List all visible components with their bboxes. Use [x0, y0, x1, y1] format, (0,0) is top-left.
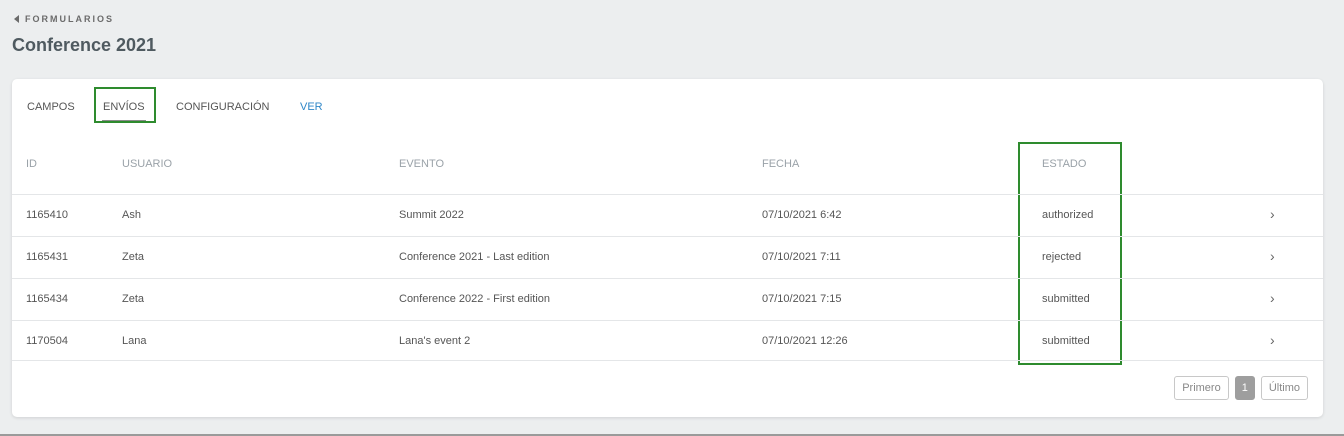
- table-row[interactable]: 1165431 Zeta Conference 2021 - Last edit…: [12, 236, 1323, 278]
- cell-evento: Lana's event 2: [399, 335, 471, 347]
- header-id: ID: [26, 158, 37, 170]
- table-row[interactable]: 1165410 Ash Summit 2022 07/10/2021 6:42 …: [12, 194, 1323, 236]
- cell-fecha: 07/10/2021 12:26: [762, 335, 848, 347]
- header-fecha: FECHA: [762, 158, 800, 170]
- last-page-button[interactable]: Último: [1260, 376, 1308, 400]
- header-usuario: USUARIO: [122, 158, 173, 170]
- cell-estado: authorized: [1042, 209, 1094, 221]
- back-to-formularios-link[interactable]: FORMULARIOS: [14, 14, 114, 24]
- cell-evento: Conference 2022 - First edition: [399, 293, 551, 305]
- cell-estado: rejected: [1042, 251, 1082, 263]
- cell-id: 1165431: [26, 251, 69, 263]
- cell-evento: Summit 2022: [399, 209, 464, 221]
- pagination: Primero 1 Último: [1174, 376, 1308, 400]
- cell-estado: submitted: [1042, 293, 1090, 305]
- cell-usuario: Zeta: [122, 251, 145, 263]
- highlight-box-envios: [94, 87, 156, 123]
- current-page-button[interactable]: 1: [1234, 376, 1255, 400]
- cell-estado: submitted: [1042, 335, 1090, 347]
- header-evento: EVENTO: [399, 158, 445, 170]
- breadcrumb-label: FORMULARIOS: [25, 14, 114, 24]
- chevron-right-icon[interactable]: ›: [1270, 207, 1284, 221]
- cell-id: 1165410: [26, 209, 69, 221]
- chevron-right-icon[interactable]: ›: [1270, 291, 1284, 305]
- page-title: Conference 2021: [12, 35, 157, 55]
- cell-usuario: Zeta: [122, 293, 145, 305]
- form-card: CAMPOS ENVÍOS CONFIGURACIÓN VER ID USUAR…: [12, 79, 1323, 417]
- tab-campos[interactable]: CAMPOS: [27, 101, 75, 113]
- tab-configuracion[interactable]: CONFIGURACIÓN: [176, 101, 270, 113]
- caret-left-icon: [14, 15, 19, 23]
- first-page-button[interactable]: Primero: [1174, 376, 1229, 400]
- cell-id: 1165434: [26, 293, 69, 305]
- chevron-right-icon[interactable]: ›: [1270, 333, 1284, 347]
- cell-fecha: 07/10/2021 7:11: [762, 251, 841, 263]
- cell-fecha: 07/10/2021 6:42: [762, 209, 842, 221]
- cell-fecha: 07/10/2021 7:15: [762, 293, 842, 305]
- table-row[interactable]: 1170504 Lana Lana's event 2 07/10/2021 1…: [12, 320, 1323, 362]
- cell-id: 1170504: [26, 335, 69, 347]
- table-footer-divider: [12, 360, 1323, 361]
- cell-usuario: Ash: [122, 209, 141, 221]
- header-estado: ESTADO: [1042, 158, 1087, 170]
- cell-evento: Conference 2021 - Last edition: [399, 251, 550, 263]
- tab-ver[interactable]: VER: [300, 101, 323, 113]
- chevron-right-icon[interactable]: ›: [1270, 249, 1284, 263]
- table-row[interactable]: 1165434 Zeta Conference 2022 - First edi…: [12, 278, 1323, 320]
- table-header: ID USUARIO EVENTO FECHA ESTADO: [12, 158, 1323, 194]
- cell-usuario: Lana: [122, 335, 147, 347]
